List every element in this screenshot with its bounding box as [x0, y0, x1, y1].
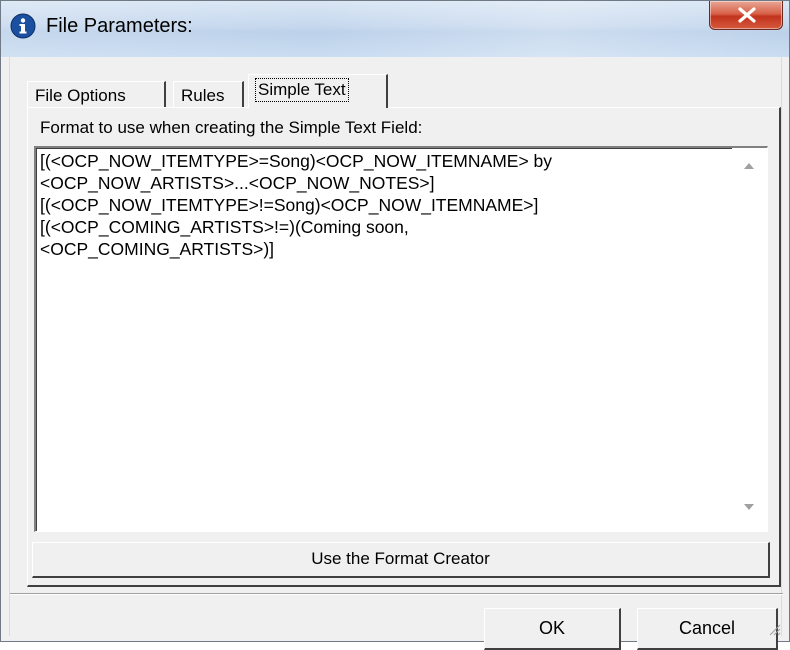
tab-simple-text[interactable]: Simple Text [248, 74, 388, 108]
format-textarea[interactable]: [(<OCP_NOW_ITEMTYPE>=Song)<OCP_NOW_ITEMN… [34, 146, 768, 532]
vertical-scrollbar[interactable] [732, 148, 767, 531]
scroll-down-arrow-icon[interactable] [742, 502, 756, 512]
scroll-up-arrow-icon[interactable] [742, 161, 756, 171]
simple-text-panel: Format to use when creating the Simple T… [27, 107, 781, 587]
cancel-button[interactable]: Cancel [637, 608, 778, 650]
tab-label: File Options [35, 86, 126, 105]
file-parameters-dialog: File Parameters: File Options Rules Simp… [0, 0, 790, 650]
close-x-icon [738, 7, 756, 23]
resize-grip-icon[interactable] [767, 622, 781, 636]
tab-label: Rules [181, 86, 225, 105]
format-creator-button[interactable]: Use the Format Creator [32, 542, 770, 578]
ok-button[interactable]: OK [484, 608, 621, 650]
tab-label: Simple Text [255, 78, 349, 102]
separator [10, 593, 783, 595]
info-icon [10, 13, 36, 39]
format-label: Format to use when creating the Simple T… [40, 118, 423, 137]
format-text[interactable]: [(<OCP_NOW_ITEMTYPE>=Song)<OCP_NOW_ITEMN… [40, 150, 720, 260]
close-button[interactable] [709, 1, 783, 30]
dialog-client-area: File Options Rules Simple Text Format to… [9, 57, 783, 650]
title-bar[interactable]: File Parameters: [1, 1, 789, 57]
window-title: File Parameters: [46, 15, 193, 37]
